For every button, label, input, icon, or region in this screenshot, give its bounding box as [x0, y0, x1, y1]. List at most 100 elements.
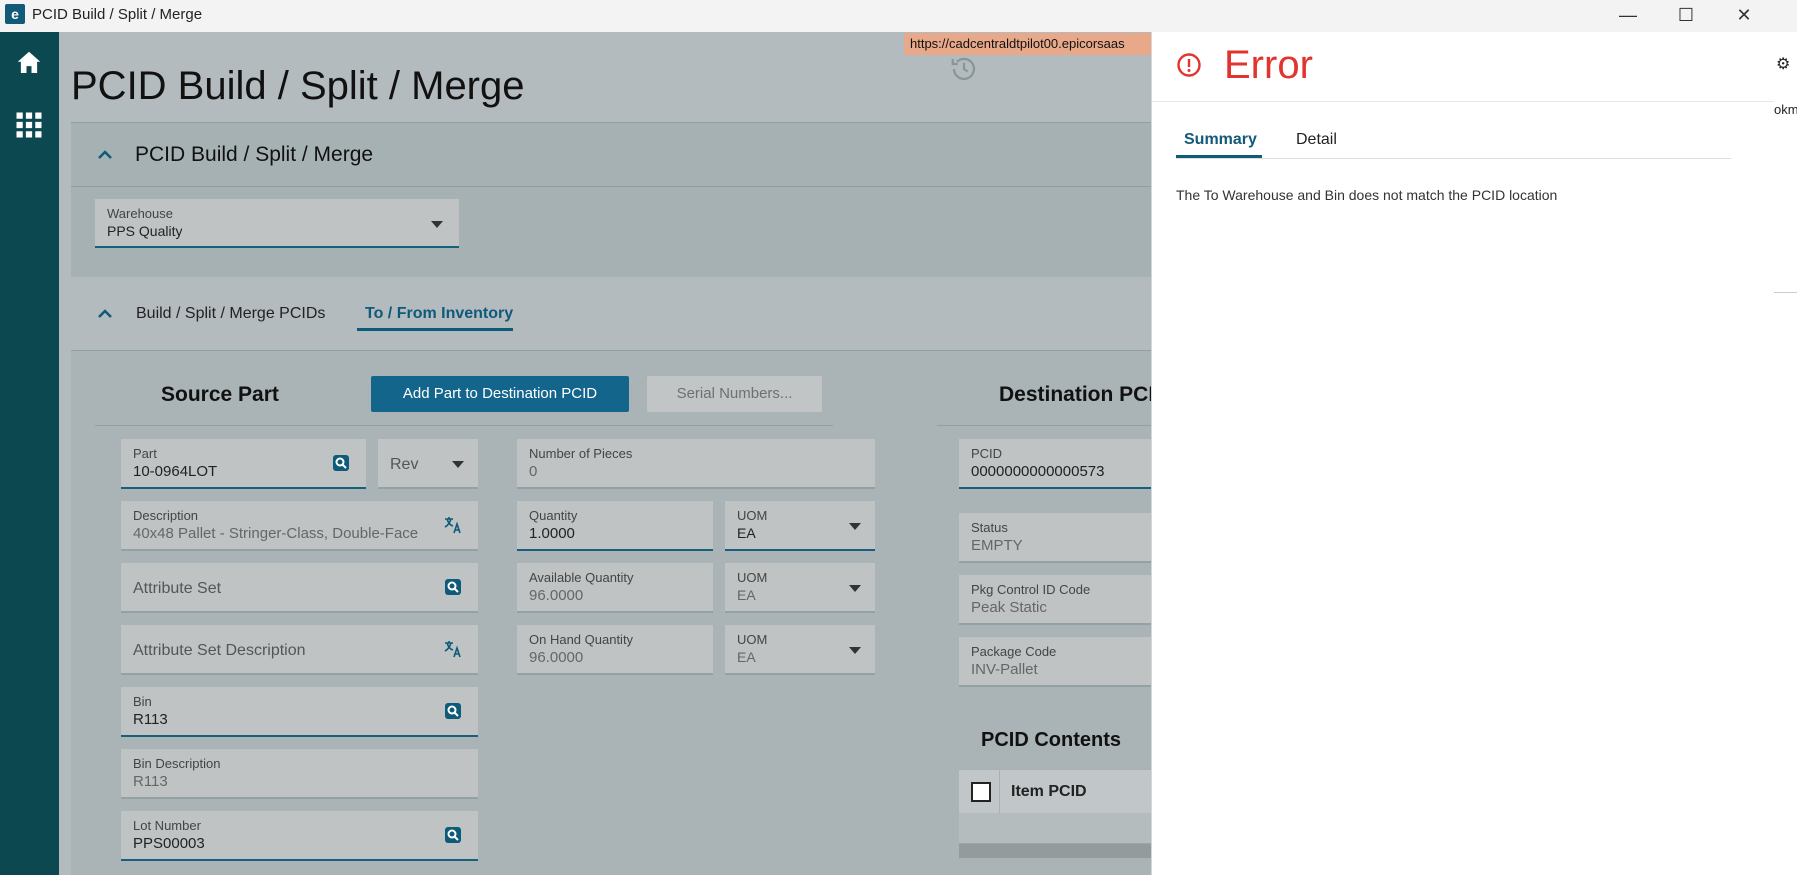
field-label: Warehouse — [107, 206, 173, 221]
translate-icon[interactable] — [443, 639, 463, 659]
field-label: Bin Description — [133, 756, 221, 771]
error-title: Error — [1224, 43, 1313, 87]
search-lookup-icon[interactable] — [443, 577, 463, 597]
field-value: R113 — [133, 711, 168, 728]
error-panel: Error Summary Detail The To Warehouse an… — [1151, 32, 1775, 875]
available-quantity-field: Available Quantity 96.0000 — [517, 563, 713, 613]
maximize-button[interactable]: ☐ — [1658, 2, 1714, 28]
page-title: PCID Build / Split / Merge — [71, 64, 525, 108]
grid-scrollbar[interactable] — [959, 844, 1151, 858]
quantity-field[interactable]: Quantity 1.0000 — [517, 501, 713, 551]
field-label: Description — [133, 508, 199, 523]
error-alert-icon — [1177, 53, 1201, 77]
bin-field[interactable]: Bin R113 — [121, 687, 478, 737]
field-value: 96.0000 — [529, 587, 584, 604]
quantity-uom-select[interactable]: UOM EA — [725, 501, 875, 551]
tab-detail[interactable]: Detail — [1296, 131, 1337, 149]
field-value: 96.0000 — [529, 649, 584, 666]
divider — [1152, 101, 1775, 102]
tab-bar-rule — [1176, 158, 1731, 159]
column-divider — [999, 770, 1000, 814]
field-value: INV-Pallet — [971, 661, 1038, 678]
pkg-control-id-code-field: Pkg Control ID Code Peak Static — [959, 575, 1151, 625]
lot-number-field[interactable]: Lot Number PPS00003 — [121, 811, 478, 861]
field-value: Peak Static — [971, 599, 1047, 616]
warehouse-select[interactable]: Warehouse PPS Quality — [95, 199, 459, 248]
divider — [71, 186, 1151, 187]
collapse-chevron-icon[interactable] — [95, 304, 115, 324]
field-label: Lot Number — [133, 818, 201, 833]
field-value: PPS Quality — [107, 223, 183, 239]
home-icon[interactable] — [14, 48, 44, 78]
bookmark-icon: ⚙ — [1776, 56, 1791, 73]
field-label: PCID — [971, 446, 1003, 461]
field-label: Part — [133, 446, 157, 461]
pcid-field[interactable]: PCID 0000000000000573 — [959, 439, 1151, 489]
apps-grid-icon[interactable] — [14, 110, 44, 140]
dropdown-caret-icon — [849, 523, 861, 530]
on-hand-quantity-field: On Hand Quantity 96.0000 — [517, 625, 713, 675]
field-label: UOM — [737, 508, 768, 523]
select-all-checkbox[interactable] — [971, 782, 991, 802]
dropdown-caret-icon — [849, 585, 861, 592]
field-label: UOM — [737, 632, 768, 647]
on-hand-uom-select[interactable]: UOM EA — [725, 625, 875, 675]
field-value: EA — [737, 649, 756, 665]
field-value: 1.0000 — [529, 525, 575, 542]
divider — [937, 425, 1151, 426]
card-title: PCID Build / Split / Merge — [135, 143, 374, 166]
field-placeholder: Attribute Set Description — [133, 642, 306, 659]
field-value: PPS00003 — [133, 835, 205, 852]
window-titlebar: e PCID Build / Split / Merge — ☐ ✕ — [0, 0, 1797, 33]
dropdown-caret-icon — [431, 221, 443, 228]
field-placeholder: Rev — [390, 456, 419, 473]
close-button[interactable]: ✕ — [1716, 2, 1772, 28]
field-value: EMPTY — [971, 537, 1023, 554]
field-label: Number of Pieces — [529, 446, 633, 461]
history-icon[interactable] — [949, 54, 979, 84]
package-code-field: Package Code INV-Pallet — [959, 637, 1151, 687]
left-navigation — [0, 32, 59, 875]
rev-select[interactable]: Rev — [378, 439, 478, 489]
minimize-button[interactable]: — — [1600, 2, 1656, 28]
error-message: The To Warehouse and Bin does not match … — [1176, 187, 1558, 203]
field-value: EA — [737, 587, 756, 603]
field-placeholder: Attribute Set — [133, 580, 222, 597]
dropdown-caret-icon — [452, 461, 464, 468]
background-window-edge: ⚙ okm — [1774, 32, 1797, 875]
tab-selected-indicator — [1176, 155, 1262, 158]
tab-build-split-merge[interactable]: Build / Split / Merge PCIDs — [136, 305, 325, 323]
field-value: R113 — [133, 773, 168, 790]
source-part-title: Source Part — [161, 383, 279, 406]
attribute-set-field[interactable]: Attribute Set — [121, 563, 478, 613]
description-field[interactable]: Description 40x48 Pallet - Stringer-Clas… — [121, 501, 478, 551]
tab-to-from-inventory[interactable]: To / From Inventory — [365, 305, 513, 323]
field-value: 10-0964LOT — [133, 463, 218, 480]
background-window-text: okm — [1774, 102, 1797, 117]
search-lookup-icon[interactable] — [443, 701, 463, 721]
field-label: UOM — [737, 570, 768, 585]
available-uom-select[interactable]: UOM EA — [725, 563, 875, 613]
field-label: Quantity — [529, 508, 578, 523]
field-label: Package Code — [971, 644, 1057, 659]
field-value: 40x48 Pallet - Stringer-Class, Double-Fa… — [133, 525, 419, 542]
window-title: PCID Build / Split / Merge — [32, 6, 203, 23]
collapse-chevron-icon[interactable] — [95, 145, 115, 165]
attribute-set-description-field[interactable]: Attribute Set Description — [121, 625, 478, 675]
inventory-panel: Source Part Add Part to Destination PCID… — [71, 350, 1151, 875]
tab-summary[interactable]: Summary — [1184, 131, 1257, 149]
part-field[interactable]: Part 10-0964LOT — [121, 439, 366, 489]
search-lookup-icon[interactable] — [331, 453, 351, 473]
translate-icon[interactable] — [443, 515, 463, 535]
field-label: Pkg Control ID Code — [971, 582, 1091, 597]
dropdown-caret-icon — [849, 647, 861, 654]
add-part-to-destination-button[interactable]: Add Part to Destination PCID — [371, 376, 629, 412]
column-header-item-pcid[interactable]: Item PCID — [1011, 783, 1087, 801]
app-logo: e — [5, 4, 25, 24]
tab-selected-indicator — [357, 328, 513, 331]
serial-numbers-button[interactable]: Serial Numbers... — [647, 376, 822, 412]
header-card: PCID Build / Split / Merge Warehouse PPS… — [71, 122, 1151, 277]
destination-pcid-title: Destination PCII — [999, 383, 1151, 406]
search-lookup-icon[interactable] — [443, 825, 463, 845]
field-value: EA — [737, 525, 756, 541]
